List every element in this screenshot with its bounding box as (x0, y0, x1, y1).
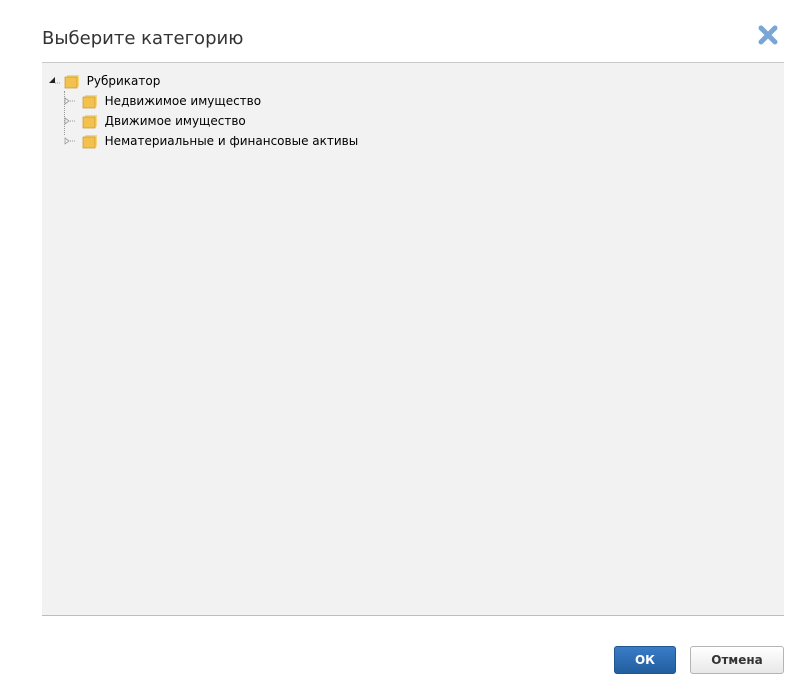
tree-node-label[interactable]: Рубрикатор (87, 71, 161, 91)
category-tree-panel[interactable]: Рубрикатор Недвижимое имущество Движимое… (42, 63, 784, 616)
tree-node-label[interactable]: Нематериальные и финансовые активы (105, 131, 359, 151)
folder-icon (64, 75, 79, 89)
tree-node-intangible-assets[interactable]: Нематериальные и финансовые активы (46, 131, 358, 151)
collapsed-arrow-icon (64, 117, 76, 125)
category-dialog: Выберите категорию Рубрикатор Недвижимое… (0, 0, 806, 700)
ok-button[interactable]: ОК (614, 646, 676, 674)
folder-icon (82, 135, 97, 149)
tree-node-label[interactable]: Движимое имущество (105, 111, 246, 131)
cancel-button[interactable]: Отмена (690, 646, 784, 674)
dialog-title: Выберите категорию (42, 28, 244, 49)
expand-toggle[interactable] (64, 131, 76, 151)
expand-toggle[interactable] (64, 91, 76, 111)
folder-icon (82, 95, 97, 109)
collapsed-arrow-icon (64, 137, 76, 145)
tree-node-real-estate[interactable]: Недвижимое имущество (46, 91, 358, 111)
folder-icon (82, 115, 97, 129)
expanded-arrow-icon (49, 77, 60, 84)
close-icon (758, 25, 778, 45)
tree-node-movable-property[interactable]: Движимое имущество (46, 111, 358, 131)
tree-node-label[interactable]: Недвижимое имущество (105, 91, 261, 111)
tree-node-root[interactable]: Рубрикатор (46, 71, 358, 91)
expand-toggle[interactable] (64, 111, 76, 131)
collapse-toggle[interactable] (46, 71, 60, 91)
close-button[interactable] (757, 24, 779, 46)
collapsed-arrow-icon (64, 97, 76, 105)
category-tree: Рубрикатор Недвижимое имущество Движимое… (46, 71, 358, 151)
